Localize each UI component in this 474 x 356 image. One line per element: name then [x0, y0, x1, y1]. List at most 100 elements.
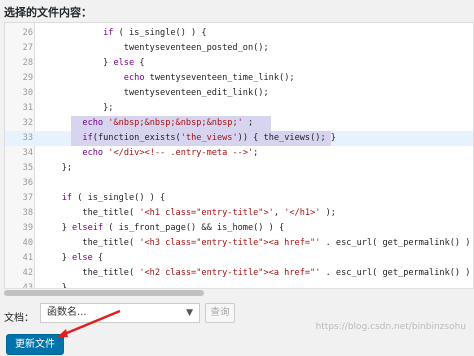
code-token: );: [320, 208, 336, 218]
code-token: (function_exists(: [92, 133, 181, 143]
line-number: 26: [22, 28, 33, 38]
code-line[interactable]: 27 twentyseventeen_posted_on();: [5, 41, 473, 56]
line-number: 31: [22, 103, 33, 113]
code-token: the_title(: [41, 238, 140, 248]
chevron-down-icon: ▼: [186, 308, 193, 318]
code-line[interactable]: 31 };: [5, 101, 473, 116]
code-token: twentyseventeen_posted_on();: [41, 43, 269, 53]
code-token: the_title(: [41, 268, 140, 278]
code-text: echo '&nbsp;&nbsp;&nbsp;&nbsp;' ;: [41, 116, 253, 131]
code-line[interactable]: 26 if ( is_single() ) {: [5, 26, 473, 41]
scrollbar-thumb[interactable]: [4, 290, 204, 296]
query-button[interactable]: 查询: [205, 303, 235, 323]
code-line[interactable]: 38 the_title( '<h1 class="entry-title">'…: [5, 206, 473, 221]
line-number: 39: [22, 223, 33, 233]
line-number: 34: [22, 148, 33, 158]
code-line[interactable]: 35 };: [5, 161, 473, 176]
code-token: )) { the_views(); }: [237, 133, 336, 143]
line-number: 29: [22, 73, 33, 83]
code-token: ;: [242, 118, 254, 128]
code-token: . esc_url( get_permalink() ) .: [320, 268, 474, 278]
code-editor[interactable]: 26 if ( is_single() ) {27 twentyseventee…: [4, 22, 474, 297]
code-token: twentyseventeen_time_link();: [144, 73, 295, 83]
code-token: ( is_single() ) {: [72, 193, 166, 203]
code-token: else: [72, 253, 93, 263]
code-token: '<h3 class="entry-title"><a href="': [139, 238, 321, 248]
code-token: echo: [82, 118, 104, 128]
code-token: twentyseventeen_edit_link();: [41, 88, 269, 98]
code-line[interactable]: 30 twentyseventeen_edit_link();: [5, 86, 473, 101]
code-token: echo: [123, 73, 145, 83]
code-text: if ( is_single() ) {: [41, 26, 207, 41]
code-token: if: [61, 193, 73, 203]
code-token: }: [41, 58, 114, 68]
code-text: if(function_exists('the_views')) { the_v…: [41, 131, 336, 146]
code-text: twentyseventeen_posted_on();: [41, 41, 269, 56]
line-number: 41: [22, 253, 33, 263]
code-token: {: [92, 253, 104, 263]
code-token: 'the_views': [180, 133, 238, 143]
code-token: ,: [273, 208, 285, 218]
code-text: if ( is_single() ) {: [41, 191, 166, 206]
line-number: 32: [22, 118, 33, 128]
code-line[interactable]: 34 echo '</div><!-- .entry-meta -->';: [5, 146, 473, 161]
code-text: the_title( '<h1 class="entry-title">', '…: [41, 206, 336, 221]
code-token: };: [41, 163, 73, 173]
code-token: '</div><!-- .entry-meta -->': [108, 148, 254, 158]
watermark-text: https://blog.csdn.net/binbinzsohu: [315, 322, 466, 332]
code-token: '<h2 class="entry-title"><a href="': [139, 268, 321, 278]
code-token: ( is_single() ) {: [113, 28, 207, 38]
code-text: the_title( '<h2 class="entry-title"><a h…: [41, 266, 474, 281]
line-number: 30: [22, 88, 33, 98]
code-line[interactable]: 40 the_title( '<h3 class="entry-title"><…: [5, 236, 473, 251]
code-line[interactable]: 29 echo twentyseventeen_time_link();: [5, 71, 473, 86]
code-text: } else {: [41, 56, 145, 71]
code-line[interactable]: 37 if ( is_single() ) {: [5, 191, 473, 206]
code-text: echo '</div><!-- .entry-meta -->';: [41, 146, 258, 161]
code-text: twentyseventeen_edit_link();: [41, 86, 269, 101]
code-token: else: [113, 58, 135, 68]
code-token: . esc_url( get_permalink() ) .: [320, 238, 474, 248]
code-token: }: [41, 223, 73, 233]
code-token: '&nbsp;&nbsp;&nbsp;&nbsp;': [108, 118, 243, 128]
document-label: 文档：: [4, 313, 34, 324]
code-line[interactable]: 28 } else {: [5, 56, 473, 71]
code-token: ( is_front_page() && is_home() ) {: [103, 223, 285, 233]
code-token: {: [134, 58, 145, 68]
code-line[interactable]: 32 echo '&nbsp;&nbsp;&nbsp;&nbsp;' ;: [5, 116, 473, 131]
code-token: if: [103, 28, 114, 38]
horizontal-scrollbar[interactable]: [4, 288, 474, 297]
line-number: 37: [22, 193, 33, 203]
line-number: 42: [22, 268, 33, 278]
line-number: 38: [22, 208, 33, 218]
code-line[interactable]: 42 the_title( '<h2 class="entry-title"><…: [5, 266, 473, 281]
line-number: 27: [22, 43, 33, 53]
code-token: elseif: [72, 223, 104, 233]
code-token: if: [82, 133, 93, 143]
code-token: ;: [253, 148, 259, 158]
code-line[interactable]: 39 } elseif ( is_front_page() && is_home…: [5, 221, 473, 236]
code-line[interactable]: 33 if(function_exists('the_views')) { th…: [5, 131, 473, 146]
code-text: the_title( '<h3 class="entry-title"><a h…: [41, 236, 474, 251]
code-token: }: [41, 253, 73, 263]
code-token: '</h1>': [284, 208, 321, 218]
editor-heading: 选择的文件内容：: [4, 6, 92, 19]
line-number: 40: [22, 238, 33, 248]
line-number: 28: [22, 58, 33, 68]
code-token: };: [41, 103, 114, 113]
line-number: 36: [22, 178, 33, 188]
line-number: 33: [22, 133, 33, 143]
code-line[interactable]: 41 } else {: [5, 251, 473, 266]
code-text: };: [41, 101, 113, 116]
code-line[interactable]: 36: [5, 176, 473, 191]
code-token: the_title(: [41, 208, 140, 218]
code-text: };: [41, 161, 72, 176]
code-text: echo twentyseventeen_time_link();: [41, 71, 295, 86]
code-text: } else {: [41, 251, 103, 266]
red-arrow-annotation-icon: [56, 309, 121, 338]
code-text: } elseif ( is_front_page() && is_home() …: [41, 221, 285, 236]
